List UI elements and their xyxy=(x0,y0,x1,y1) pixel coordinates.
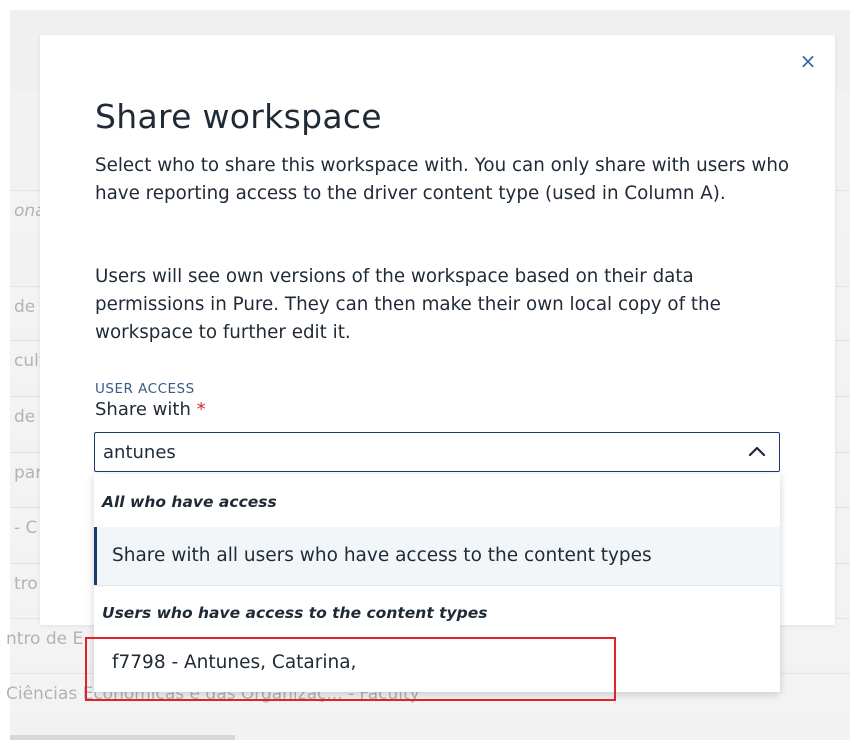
background-cell: de xyxy=(14,297,36,317)
option-share-all-users-label: Share with all users who have access to … xyxy=(112,545,652,566)
background-scrollbar xyxy=(10,735,235,740)
dialog-description: Select who to share this workspace with.… xyxy=(95,155,790,204)
background-top-band xyxy=(0,0,850,10)
share-with-label: Share with * xyxy=(95,399,206,420)
group-header-users: Users who have access to the content typ… xyxy=(102,604,488,622)
background-cell: par xyxy=(14,463,43,483)
required-marker: * xyxy=(196,399,206,420)
background-cell: de xyxy=(14,407,36,427)
share-with-label-text: Share with xyxy=(95,399,191,420)
user-access-section-label: USER ACCESS xyxy=(95,381,195,397)
background-cell: tro xyxy=(14,574,38,594)
group-header-all: All who have access xyxy=(102,493,277,511)
dialog-note: Users will see own versions of the works… xyxy=(95,266,721,343)
share-with-input[interactable] xyxy=(103,439,723,465)
option-user-label: f7798 - Antunes, Catarina, xyxy=(112,652,357,673)
background-cell: ntro de E xyxy=(6,629,84,649)
dropdown-divider xyxy=(94,585,780,586)
chevron-up-icon[interactable] xyxy=(747,442,767,462)
dialog-title: Share workspace xyxy=(95,97,382,136)
option-user-f7798[interactable]: f7798 - Antunes, Catarina, xyxy=(94,636,780,692)
background-cell: - C xyxy=(14,518,38,538)
share-with-combobox[interactable] xyxy=(94,432,780,472)
share-with-dropdown: All who have access Share with all users… xyxy=(94,474,780,692)
close-icon[interactable]: × xyxy=(797,49,819,73)
option-share-all-users[interactable]: Share with all users who have access to … xyxy=(94,527,780,585)
